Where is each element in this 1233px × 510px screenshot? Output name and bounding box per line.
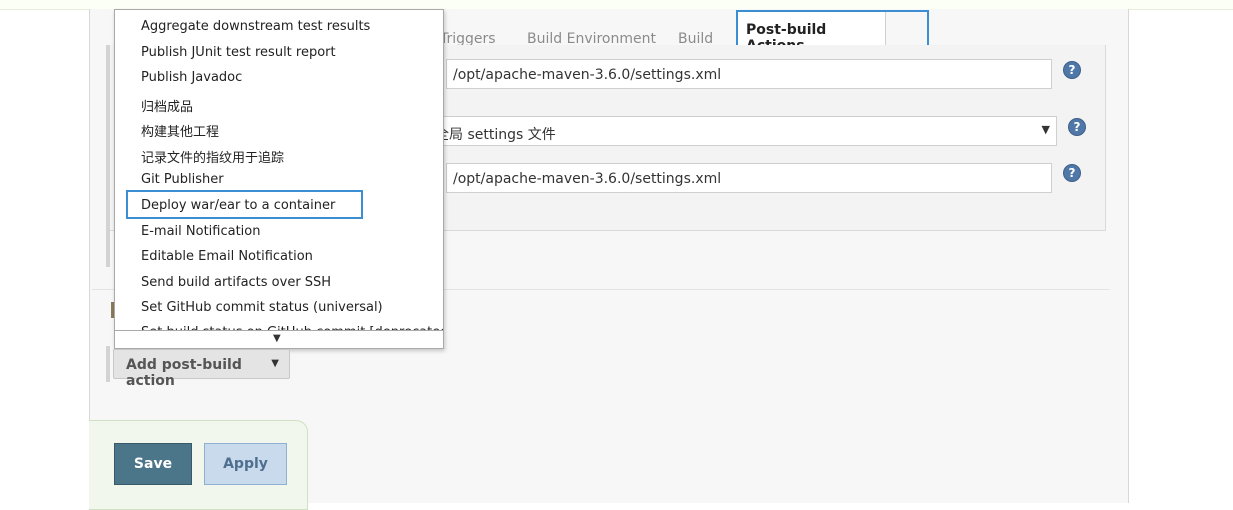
- settings-file-path-input[interactable]: /opt/apache-maven-3.6.0/settings.xml: [446, 59, 1052, 89]
- post-build-left-bar: [106, 346, 110, 382]
- section-left-bar: [106, 45, 110, 267]
- caret-down-icon: ▼: [271, 358, 279, 369]
- help-icon[interactable]: ?: [1063, 61, 1081, 79]
- menu-item-highlight: [126, 190, 363, 219]
- menu-item[interactable]: Send build artifacts over SSH: [141, 275, 331, 290]
- save-button[interactable]: Save: [114, 443, 192, 485]
- menu-item[interactable]: 构建其他工程: [141, 121, 219, 140]
- menu-item[interactable]: 记录文件的指纹用于追踪: [141, 147, 284, 166]
- menu-scroll-bar[interactable]: ▼: [115, 330, 443, 348]
- apply-button[interactable]: Apply: [204, 443, 287, 485]
- menu-item[interactable]: Publish JUnit test result report: [141, 45, 336, 60]
- scroll-down-icon[interactable]: ▼: [273, 333, 281, 344]
- menu-item[interactable]: Aggregate downstream test results: [141, 19, 370, 34]
- menu-item[interactable]: E-mail Notification: [141, 224, 260, 239]
- help-icon[interactable]: ?: [1063, 164, 1081, 182]
- add-post-build-action-button[interactable]: Add post-build action ▼: [113, 349, 290, 389]
- help-icon[interactable]: ?: [1068, 118, 1086, 136]
- menu-item[interactable]: Editable Email Notification: [141, 249, 313, 264]
- global-settings-select[interactable]: 的全局 settings 文件 ▼: [420, 116, 1057, 146]
- menu-item[interactable]: Set GitHub commit status (universal): [141, 300, 383, 315]
- menu-item[interactable]: 归档成品: [141, 96, 193, 115]
- global-settings-file-path-input[interactable]: /opt/apache-maven-3.6.0/settings.xml: [446, 163, 1052, 193]
- post-build-action-menu: Aggregate downstream test results Publis…: [114, 9, 444, 349]
- select-arrow-icon: ▼: [1041, 123, 1050, 136]
- menu-item[interactable]: Git Publisher: [141, 172, 224, 187]
- menu-item[interactable]: Publish Javadoc: [141, 70, 242, 85]
